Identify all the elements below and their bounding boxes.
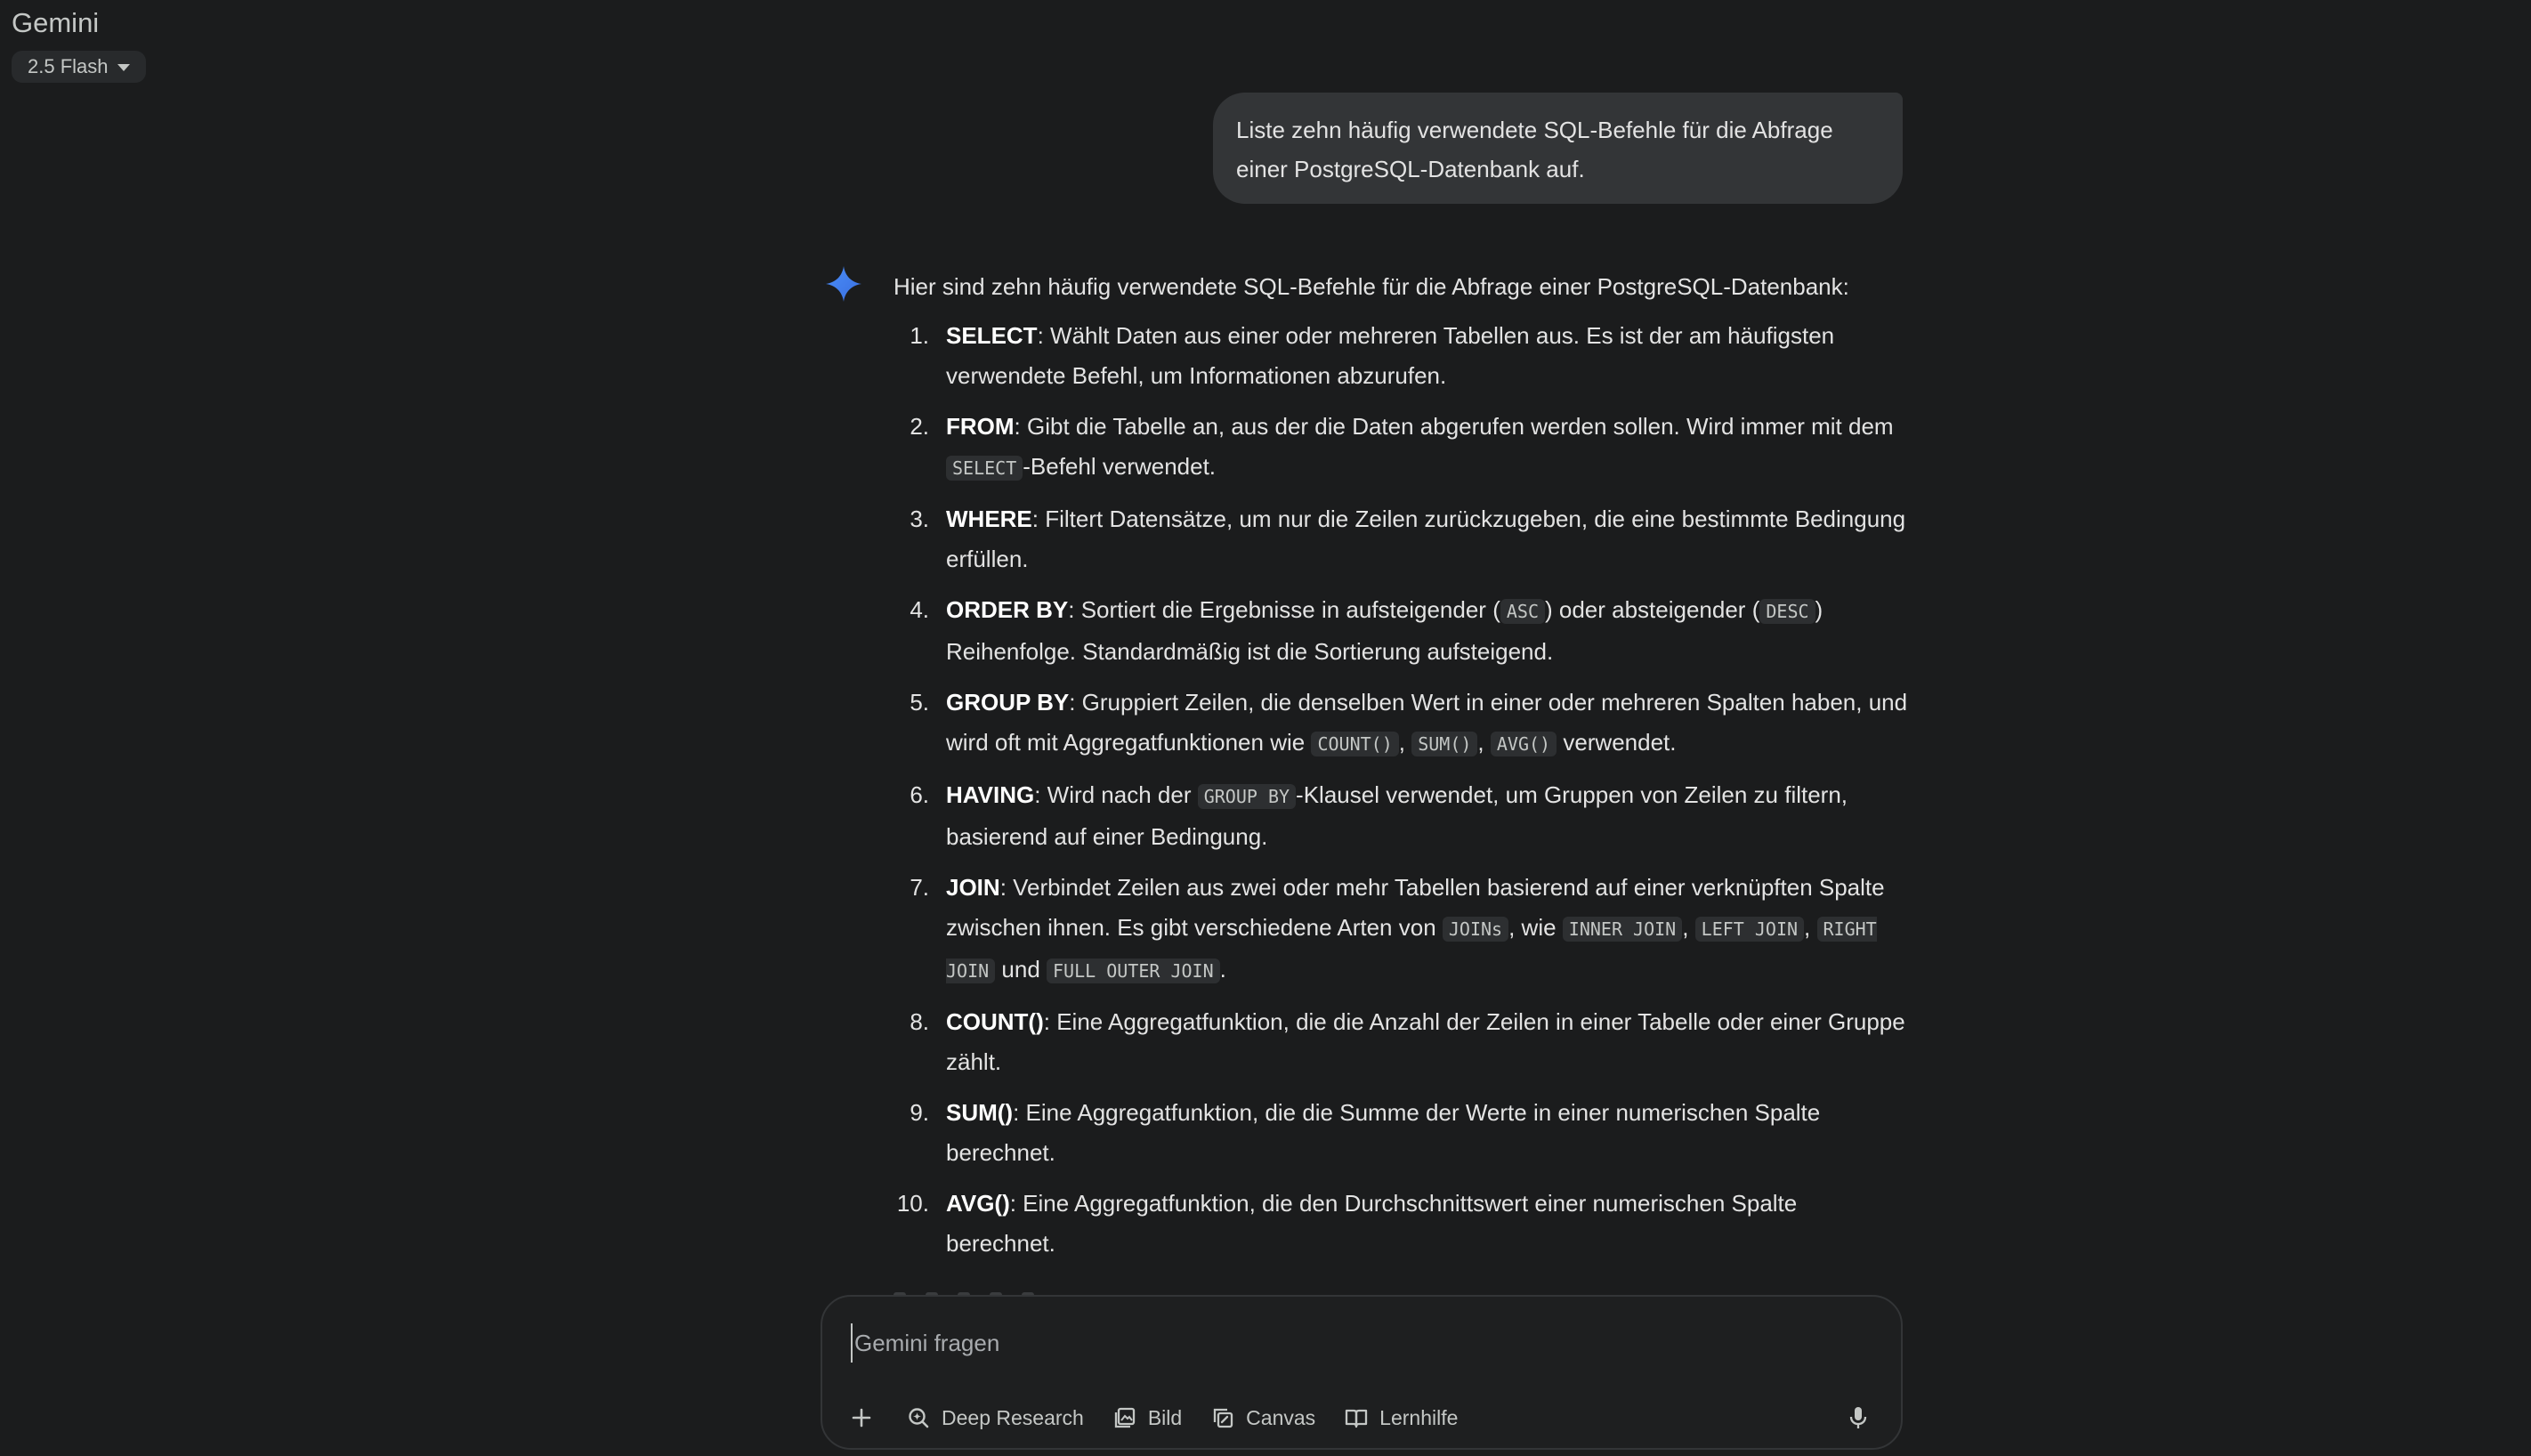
gemini-spark-icon xyxy=(826,266,861,302)
model-selector-button[interactable]: 2.5 Flash xyxy=(12,51,146,83)
inline-code: LEFT JOIN xyxy=(1694,917,1805,942)
model-label: 2.5 Flash xyxy=(28,55,109,77)
canvas-button[interactable]: Canvas xyxy=(1196,1396,1330,1439)
list-item: 1. SELECT: Wählt Daten aus einer oder me… xyxy=(910,322,1835,389)
inline-code: COUNT() xyxy=(1311,732,1399,756)
list-item: 7. JOIN: Verbindet Zeilen aus zwei oder … xyxy=(910,874,1885,983)
inline-code: FULL OUTER JOIN xyxy=(1047,959,1220,983)
canvas-icon xyxy=(1214,1408,1233,1428)
inline-code: DESC xyxy=(1759,599,1815,624)
inline-code: SUM() xyxy=(1411,732,1478,756)
list-item: 4. ORDER BY: Sortiert die Ergebnisse in … xyxy=(910,596,1823,665)
inline-code: GROUP BY xyxy=(1197,784,1297,809)
inline-code: SELECT xyxy=(946,456,1023,481)
list-item: 5. GROUP BY: Gruppiert Zeilen, die dense… xyxy=(910,689,1908,756)
list-item: 6. HAVING: Wird nach der GROUP BY -Klause… xyxy=(910,781,1848,850)
list-item: 8. COUNT(): Eine Aggregatfunktion, die d… xyxy=(910,1008,1905,1075)
image-button[interactable]: Bild xyxy=(1098,1396,1196,1439)
app-title[interactable]: Gemini xyxy=(12,7,99,39)
microphone-button[interactable] xyxy=(1837,1396,1880,1439)
caret-down-icon xyxy=(117,64,130,71)
add-button[interactable] xyxy=(840,1396,883,1439)
inline-code: AVG() xyxy=(1490,732,1557,756)
inline-code: INNER JOIN xyxy=(1562,917,1683,942)
prompt-input[interactable] xyxy=(851,1323,1865,1363)
book-icon xyxy=(1346,1409,1368,1428)
prompt-composer: Deep Research Bild Canvas Lernhilfe xyxy=(821,1295,1903,1450)
inline-code: JOINs xyxy=(1442,917,1509,942)
microphone-icon xyxy=(1849,1407,1867,1428)
list-item: 10. AVG(): Eine Aggregatfunktion, die de… xyxy=(896,1190,1798,1257)
canvas-label: Canvas xyxy=(1246,1405,1316,1429)
plus-icon xyxy=(852,1408,871,1428)
model-response: Hier sind zehn häufig verwendete SQL-Bef… xyxy=(894,267,1908,1274)
composer-toolbar: Deep Research Bild Canvas Lernhilfe xyxy=(840,1396,1472,1439)
user-message-bubble: Liste zehn häufig verwendete SQL-Befehle… xyxy=(1213,93,1903,204)
list-item: 9. SUM(): Eine Aggregatfunktion, die die… xyxy=(910,1099,1821,1166)
command-list: 1. SELECT: Wählt Daten aus einer oder me… xyxy=(894,316,1908,1264)
image-label: Bild xyxy=(1147,1405,1183,1429)
learning-aid-button[interactable]: Lernhilfe xyxy=(1330,1396,1472,1439)
learning-aid-label: Lernhilfe xyxy=(1379,1405,1459,1429)
deep-research-button[interactable]: Deep Research xyxy=(892,1396,1098,1439)
deep-research-label: Deep Research xyxy=(942,1405,1084,1429)
image-icon xyxy=(1114,1407,1135,1428)
list-item: 3. WHERE: Filtert Datensätze, um nur die… xyxy=(910,506,1906,572)
inline-code: ASC xyxy=(1500,599,1545,624)
deep-research-icon xyxy=(909,1408,929,1428)
response-intro: Hier sind zehn häufig verwendete SQL-Bef… xyxy=(894,273,1849,300)
list-item: 2. FROM: Gibt die Tabelle an, aus der di… xyxy=(910,413,1894,481)
